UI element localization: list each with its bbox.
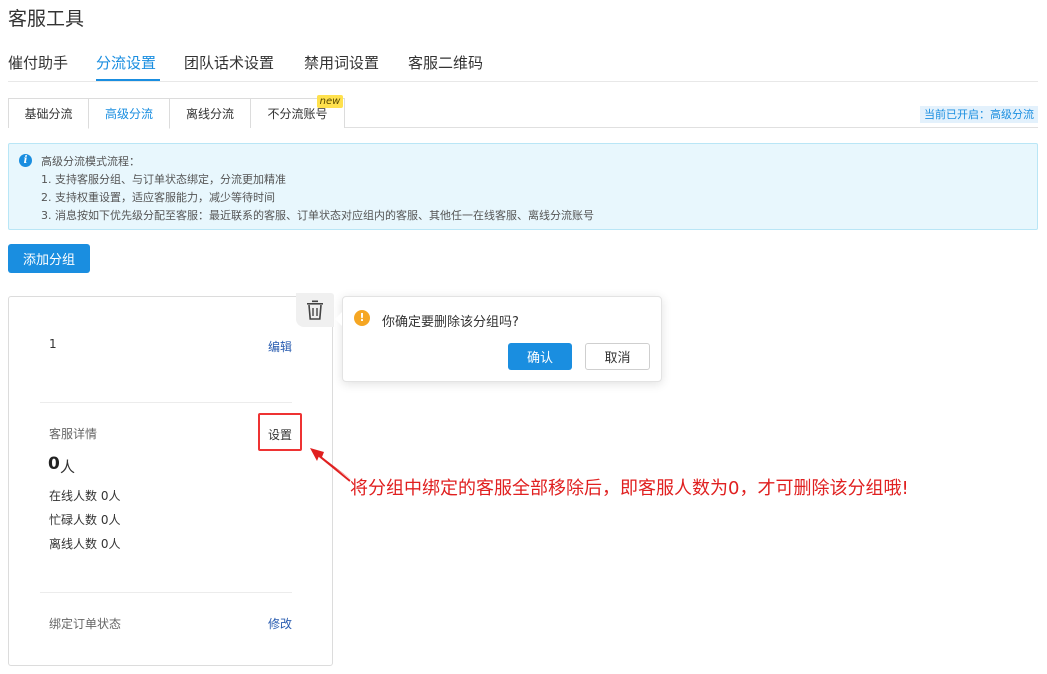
trash-icon (307, 300, 323, 320)
busy-count: 忙碌人数 0人 (49, 513, 121, 527)
info-title: 高级分流模式流程： (41, 155, 140, 168)
group-name: 1 (49, 337, 57, 351)
tab-payment-assistant[interactable]: 催付助手 (8, 52, 68, 73)
online-count: 在线人数 0人 (49, 489, 121, 503)
tab-service-qrcode[interactable]: 客服二维码 (408, 52, 483, 73)
offline-count: 离线人数 0人 (49, 537, 121, 551)
tab-team-scripts[interactable]: 团队话术设置 (184, 52, 274, 73)
annotation-arrow (310, 448, 352, 482)
sub-tab-bar: 基础分流 高级分流 离线分流 不分流账号 new 当前已开启：高级分流 (8, 95, 1038, 129)
card-divider (40, 402, 292, 403)
annotation-text: 将分组中绑定的客服全部移除后，即客服人数为0，才可删除该分组哦! (350, 478, 909, 499)
info-line-2: 2. 支持权重设置，适应客服能力，减少等待时间 (41, 191, 275, 204)
edit-group-link[interactable]: 编辑 (268, 338, 292, 355)
info-box: i 高级分流模式流程： 1. 支持客服分组、与订单状态绑定，分流更加精准 2. … (8, 143, 1038, 230)
info-icon: i (19, 154, 32, 167)
popover-message: 你确定要删除该分组吗? (382, 315, 519, 330)
confirm-button[interactable]: 确认 (508, 343, 572, 370)
page-title: 客服工具 (8, 8, 85, 30)
current-mode-badge: 当前已开启：高级分流 (920, 106, 1038, 123)
settings-highlight-box (258, 413, 302, 451)
service-detail-label: 客服详情 (49, 427, 98, 441)
service-count-unit: 人 (60, 458, 76, 476)
cancel-button[interactable]: 取消 (585, 343, 650, 370)
modify-link[interactable]: 修改 (268, 615, 292, 632)
info-line-1: 1. 支持客服分组、与订单状态绑定，分流更加精准 (41, 173, 286, 186)
info-line-3: 3. 消息按如下优先级分配至客服：最近联系的客服、订单状态对应组内的客服、其他任… (41, 209, 594, 222)
subtab-basic[interactable]: 基础分流 (8, 98, 89, 128)
card-divider (40, 592, 292, 593)
bind-order-status-label: 绑定订单状态 (49, 617, 122, 631)
service-count: 0 (48, 454, 60, 474)
subtab-advanced[interactable]: 高级分流 (88, 98, 170, 129)
subtab-offline[interactable]: 离线分流 (169, 98, 251, 128)
tab-banned-words[interactable]: 禁用词设置 (304, 52, 379, 73)
tab-diversion-settings[interactable]: 分流设置 (96, 52, 156, 73)
active-tab-underline (96, 79, 160, 81)
popover-arrow (335, 312, 342, 326)
new-badge: new (317, 95, 343, 108)
add-group-button[interactable]: 添加分组 (8, 244, 90, 273)
delete-group-button[interactable] (296, 293, 334, 327)
warning-icon: ! (354, 310, 370, 326)
main-tab-bar: 催付助手 分流设置 团队话术设置 禁用词设置 客服二维码 (8, 50, 1038, 82)
